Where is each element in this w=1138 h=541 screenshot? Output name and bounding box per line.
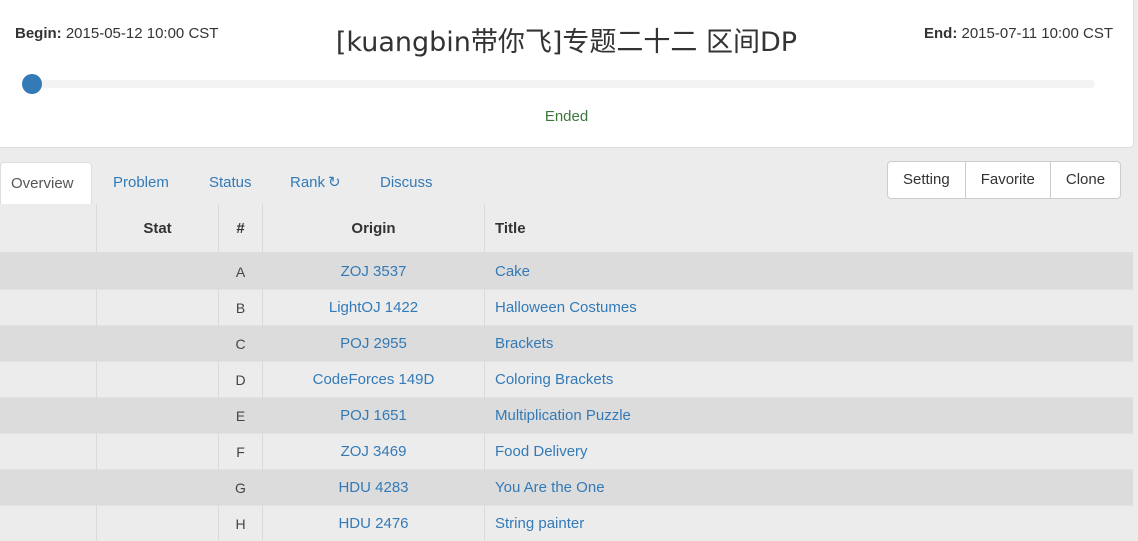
row-blank: [0, 290, 97, 326]
table-row: A ZOJ 3537 Cake: [0, 253, 1133, 290]
row-origin-link[interactable]: LightOJ 1422: [329, 299, 418, 316]
header-blank: [0, 204, 97, 253]
setting-button[interactable]: Setting: [887, 161, 966, 199]
row-blank: [0, 362, 97, 398]
end-value: 2015-07-11 10:00 CST: [962, 25, 1114, 42]
row-blank: [0, 398, 97, 434]
row-title-link[interactable]: Halloween Costumes: [495, 299, 637, 316]
row-origin-link[interactable]: POJ 2955: [340, 335, 407, 352]
row-origin-link[interactable]: ZOJ 3469: [341, 443, 407, 460]
row-num: A: [219, 253, 263, 290]
row-title-link[interactable]: Multiplication Puzzle: [495, 407, 631, 424]
tab-discuss[interactable]: Discuss: [362, 162, 451, 203]
row-stat: [97, 434, 219, 470]
row-stat: [97, 506, 219, 541]
contest-progress-handle[interactable]: [22, 74, 42, 94]
table-row: C POJ 2955 Brackets: [0, 326, 1133, 362]
row-origin-link[interactable]: CodeForces 149D: [313, 371, 435, 388]
table-header-row: Stat # Origin Title: [0, 204, 1133, 253]
row-blank: [0, 326, 97, 362]
row-blank: [0, 470, 97, 506]
header-origin[interactable]: Origin: [263, 204, 485, 253]
contest-actions: Setting Favorite Clone: [887, 161, 1121, 197]
header-num[interactable]: #: [219, 204, 263, 253]
row-stat: [97, 326, 219, 362]
row-blank: [0, 506, 97, 541]
row-num: C: [219, 326, 263, 362]
row-blank: [0, 253, 97, 290]
row-origin-link[interactable]: ZOJ 3537: [341, 263, 407, 280]
clone-button[interactable]: Clone: [1050, 161, 1121, 199]
end-label: End:: [924, 25, 957, 42]
row-title-link[interactable]: Food Delivery: [495, 443, 588, 460]
row-origin-link[interactable]: POJ 1651: [340, 407, 407, 424]
tab-rank-label: Rank: [290, 174, 325, 191]
table-row: H HDU 2476 String painter: [0, 506, 1133, 541]
problem-table: Stat # Origin Title A ZOJ 3537 Cake B Li…: [0, 204, 1133, 541]
table-row: F ZOJ 3469 Food Delivery: [0, 434, 1133, 470]
row-title-link[interactable]: Coloring Brackets: [495, 371, 613, 388]
tab-status[interactable]: Status: [191, 162, 270, 203]
contest-header: Begin: 2015-05-12 10:00 CST [kuangbin带你飞…: [0, 0, 1134, 148]
row-stat: [97, 290, 219, 326]
row-num: B: [219, 290, 263, 326]
tab-overview[interactable]: Overview: [0, 162, 92, 205]
row-num: G: [219, 470, 263, 506]
row-stat: [97, 362, 219, 398]
table-row: G HDU 4283 You Are the One: [0, 470, 1133, 506]
row-title-link[interactable]: Cake: [495, 263, 530, 280]
tab-problem[interactable]: Problem: [95, 162, 187, 203]
row-num: H: [219, 506, 263, 541]
row-stat: [97, 398, 219, 434]
row-num: D: [219, 362, 263, 398]
table-row: B LightOJ 1422 Halloween Costumes: [0, 290, 1133, 326]
row-blank: [0, 434, 97, 470]
row-origin-link[interactable]: HDU 2476: [338, 515, 408, 532]
row-title-link[interactable]: Brackets: [495, 335, 553, 352]
tab-rank[interactable]: Rank↻: [272, 162, 359, 203]
row-stat: [97, 253, 219, 290]
row-title-link[interactable]: You Are the One: [495, 479, 605, 496]
row-stat: [97, 470, 219, 506]
row-origin-link[interactable]: HDU 4283: [338, 479, 408, 496]
header-stat[interactable]: Stat: [97, 204, 219, 253]
table-row: E POJ 1651 Multiplication Puzzle: [0, 398, 1133, 434]
table-row: D CodeForces 149D Coloring Brackets: [0, 362, 1133, 398]
row-title-link[interactable]: String painter: [495, 515, 584, 532]
contest-status: Ended: [0, 108, 1133, 125]
row-num: E: [219, 398, 263, 434]
refresh-icon[interactable]: ↻: [328, 174, 341, 191]
favorite-button[interactable]: Favorite: [965, 161, 1051, 199]
row-num: F: [219, 434, 263, 470]
contest-progress-track: [30, 80, 1095, 88]
header-title[interactable]: Title: [485, 204, 1134, 253]
end-time: End: 2015-07-11 10:00 CST: [924, 25, 1113, 42]
